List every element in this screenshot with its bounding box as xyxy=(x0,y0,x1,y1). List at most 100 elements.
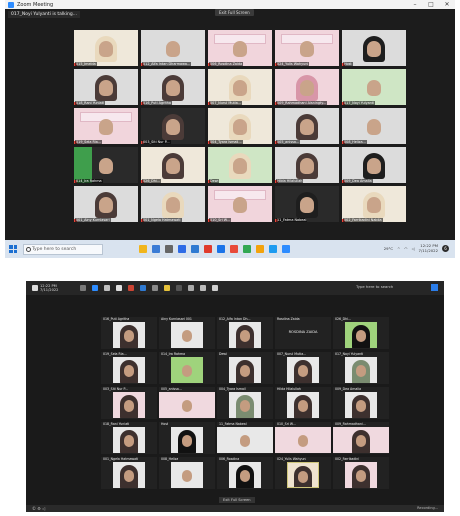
taskbar-app-icon[interactable] xyxy=(191,245,199,253)
taskbar-app-icon[interactable] xyxy=(165,245,173,253)
participant-tile[interactable]: Rosdina Zaida ROSDINA ZAIDA xyxy=(275,317,331,349)
participant-tile[interactable]: 002_Farrikadini Nabila xyxy=(342,186,406,222)
taskbar-app-icon[interactable] xyxy=(128,285,135,291)
participant-name: 004_Tyara Ismail... xyxy=(209,140,243,144)
taskbar-clock[interactable]: 12:22 PM 7/11/2022 xyxy=(40,284,58,292)
taskbar-app-icon[interactable] xyxy=(243,245,251,253)
participant-tile[interactable]: 001_Ngela Hatmawati xyxy=(141,186,205,222)
participant-video xyxy=(171,427,203,453)
taskbar-app-icon[interactable] xyxy=(282,245,290,253)
participant-tile[interactable]: 026_Dhi... xyxy=(141,147,205,183)
maximize-button[interactable]: □ xyxy=(423,0,439,9)
participant-tile[interactable]: 026_Dhi... xyxy=(333,317,389,349)
minimize-button[interactable]: – xyxy=(407,0,423,9)
taskbar-app-icon[interactable] xyxy=(152,245,160,253)
taskbar-app-icon[interactable] xyxy=(188,285,195,291)
notification-badge[interactable]: 6 xyxy=(442,244,449,252)
participant-tile[interactable]: Host xyxy=(342,30,406,66)
taskbar-app-icon[interactable] xyxy=(92,285,99,291)
start-button[interactable] xyxy=(9,245,17,253)
participant-name: 017_Noyi Yulyanti xyxy=(335,352,364,356)
participant-face xyxy=(300,118,314,135)
taskbar-app-icon[interactable] xyxy=(116,285,123,291)
participant-tile[interactable]: 014_Ira Rahma xyxy=(74,147,138,183)
taskbar-search-input[interactable]: Type here to search xyxy=(23,243,103,255)
taskbar-app-icon[interactable] xyxy=(217,245,225,253)
participant-tile[interactable]: Dewi xyxy=(217,352,273,384)
participant-tile[interactable]: 018_Rani Yuniati xyxy=(101,422,157,454)
participant-tile[interactable]: 017_Noyi Yulyanti xyxy=(342,69,406,105)
taskbar-app-icon[interactable] xyxy=(256,245,264,253)
taskbar-app-icon[interactable] xyxy=(212,285,219,291)
participant-tile[interactable]: 009_Rahmadhani Aisningty... xyxy=(275,69,339,105)
participant-tile[interactable]: 009_Dea Amalia xyxy=(333,387,389,419)
participant-tile[interactable]: 010_Sri W... xyxy=(275,422,331,454)
participant-tile[interactable]: 019_Sela Ria... xyxy=(74,108,138,144)
participant-tile[interactable]: 024_Yulis Wahyuni xyxy=(275,30,339,66)
participant-tile[interactable]: 017_Noyi Yulyanti xyxy=(333,352,389,384)
participant-tile[interactable]: 014_Ira Rahma xyxy=(159,352,215,384)
participant-tile[interactable]: 001_Ngela Hatmawati xyxy=(101,457,157,489)
exit-full-screen-button[interactable]: Exit Full Screen xyxy=(219,497,255,503)
system-tray: 29°C ^ ◠ ◁ 12:22 PM 7/11/2022 6 xyxy=(384,243,449,253)
participant-tile[interactable]: 007_Nurul Mutia... xyxy=(275,352,331,384)
taskbar-app-icon[interactable] xyxy=(200,285,207,291)
participant-face xyxy=(367,118,381,135)
windows-logo-icon[interactable] xyxy=(431,284,438,291)
participant-tile[interactable]: 016_Puti Agritha xyxy=(141,69,205,105)
participant-tile[interactable]: Hilda Hilalullah xyxy=(275,387,331,419)
weather-readout[interactable]: 29°C xyxy=(384,246,393,251)
taskbar-app-icon[interactable] xyxy=(230,245,238,253)
participant-tile[interactable]: 008_Heliza... xyxy=(342,108,406,144)
taskbar-app-icon[interactable] xyxy=(80,285,87,291)
participant-tile[interactable]: 016_Puti Agritha xyxy=(101,317,157,349)
chevron-up-icon[interactable]: ^ xyxy=(397,246,400,251)
participant-tile[interactable]: 11_Fatma Nabeal xyxy=(275,186,339,222)
participant-tile[interactable]: 004_Tyara Ismail xyxy=(217,387,273,419)
participant-tile[interactable]: 012_Alfa Intan Dharmawa... xyxy=(141,30,205,66)
exit-full-screen-button[interactable]: Exit Full Screen xyxy=(215,9,254,16)
wifi-icon[interactable]: ◠ xyxy=(404,246,407,251)
participant-tile[interactable]: 007_Nurul Mutia... xyxy=(208,69,272,105)
participant-tile[interactable]: 11_Fatma Nabeal xyxy=(217,422,273,454)
participant-tile[interactable]: 006_Rosdina xyxy=(217,457,273,489)
taskbar-app-icon[interactable] xyxy=(104,285,111,291)
volume-icon[interactable]: ◁ xyxy=(412,246,415,251)
participant-tile[interactable]: Host xyxy=(159,422,215,454)
start-button[interactable] xyxy=(32,285,38,291)
participant-video xyxy=(113,462,145,488)
participant-tile[interactable]: 001_Ainy Kurniasari xyxy=(74,186,138,222)
taskbar-search-placeholder[interactable]: Type here to search xyxy=(356,284,393,289)
participant-tile[interactable]: Ainy Kurniasari 001 xyxy=(159,317,215,349)
participant-tile[interactable]: 009_Dea Amalia xyxy=(342,147,406,183)
taskbar-app-icon[interactable] xyxy=(139,245,147,253)
participant-tile[interactable]: 024_Yulis Wahyuni xyxy=(275,457,331,489)
participant-tile[interactable]: 006_Rosdina Zaida xyxy=(208,30,272,66)
participant-tile[interactable]: 005_anissa... xyxy=(159,387,215,419)
close-button[interactable]: ✕ xyxy=(439,0,455,9)
taskbar-clock[interactable]: 12:22 PM 7/11/2022 xyxy=(419,243,438,253)
participant-tile[interactable]: 009_Rahmadhani... xyxy=(333,422,389,454)
participant-tile[interactable]: Dewi xyxy=(208,147,272,183)
participant-tile[interactable]: 003_Siti Nur P... xyxy=(101,387,157,419)
taskbar-app-icon[interactable] xyxy=(152,285,159,291)
participant-tile[interactable]: 005_anissa... xyxy=(275,108,339,144)
participant-tile[interactable]: 010_Sri W... xyxy=(208,186,272,222)
taskbar-app-icon[interactable] xyxy=(164,285,171,291)
participant-face xyxy=(99,79,113,96)
participant-tile[interactable]: 015_Imelda xyxy=(74,30,138,66)
taskbar-app-icon[interactable] xyxy=(204,245,212,253)
participant-tile[interactable]: Hilda Hilalullah xyxy=(275,147,339,183)
participant-tile[interactable]: 004_Tyara Ismail... xyxy=(208,108,272,144)
taskbar-app-icon[interactable] xyxy=(176,285,183,291)
participant-tile[interactable]: 003_Siti Nur P... xyxy=(141,108,205,144)
taskbar-app-icon[interactable] xyxy=(269,245,277,253)
participant-tile[interactable]: 002_Farrikadini xyxy=(333,457,389,489)
participant-tile[interactable]: 008_Heliza xyxy=(159,457,215,489)
taskbar-app-icon[interactable] xyxy=(140,285,147,291)
participant-tile[interactable]: 012_Alfa Intan Dh... xyxy=(217,317,273,349)
participant-tile[interactable]: 018_Rani Yuniati xyxy=(74,69,138,105)
participant-tile[interactable]: 019_Sela Ria... xyxy=(101,352,157,384)
bottom-left-controls[interactable]: © ⚙ ◁ xyxy=(32,506,45,511)
taskbar-app-icon[interactable] xyxy=(178,245,186,253)
